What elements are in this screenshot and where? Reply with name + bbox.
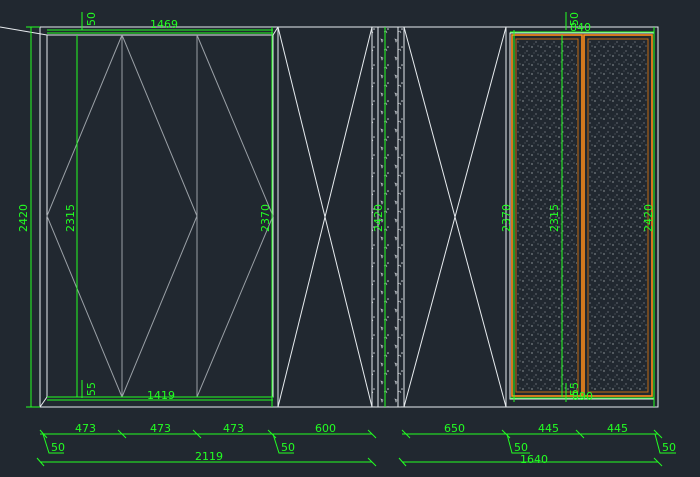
dim-height-mid-column: 2420 [372, 204, 385, 232]
dim-total-left: 2119 [195, 450, 223, 463]
dim-row1-3: 473 [223, 422, 244, 435]
dim-bottom-width-right: 890 [572, 390, 593, 403]
dim-height-right-b: 2315 [548, 204, 561, 232]
dim-row1-2: 473 [150, 422, 171, 435]
hatch-pattern-left [517, 40, 577, 391]
dim-height-right-a: 2370 [500, 204, 513, 232]
dim-height-panel-mid: 2370 [259, 204, 272, 232]
left-cabinet [0, 26, 279, 408]
dim-total-right: 1640 [520, 453, 548, 466]
dim-row1-6: 445 [538, 422, 559, 435]
dim-top-width-left: 1469 [150, 18, 178, 31]
dim-bottom-width-left: 1419 [147, 389, 175, 402]
hatch-pattern-right [589, 40, 647, 391]
cad-elevation-drawing: 50 1469 2420 2315 2370 2420 55 1419 2370… [0, 12, 676, 467]
dim-row1-5: 650 [444, 422, 465, 435]
dim-height-inner-left: 2315 [64, 204, 77, 232]
dim-row1-1: 473 [75, 422, 96, 435]
dim-row1-4: 600 [315, 422, 336, 435]
dim-row2-2: 50 [281, 441, 295, 454]
dim-bottom-offset-left: 55 [85, 382, 98, 396]
dim-row2-1: 50 [51, 441, 65, 454]
dimension-labels: 50 1469 2420 2315 2370 2420 55 1419 2370… [17, 12, 676, 466]
dim-top-width-right: 840 [570, 21, 591, 34]
dim-row1-7: 445 [607, 422, 628, 435]
dim-height-right-c: 2420 [642, 204, 655, 232]
right-cabinet [505, 26, 659, 408]
dim-height-overall-left: 2420 [17, 204, 30, 232]
dim-row2-4: 50 [662, 441, 676, 454]
dim-top-offset-left: 50 [85, 12, 98, 26]
